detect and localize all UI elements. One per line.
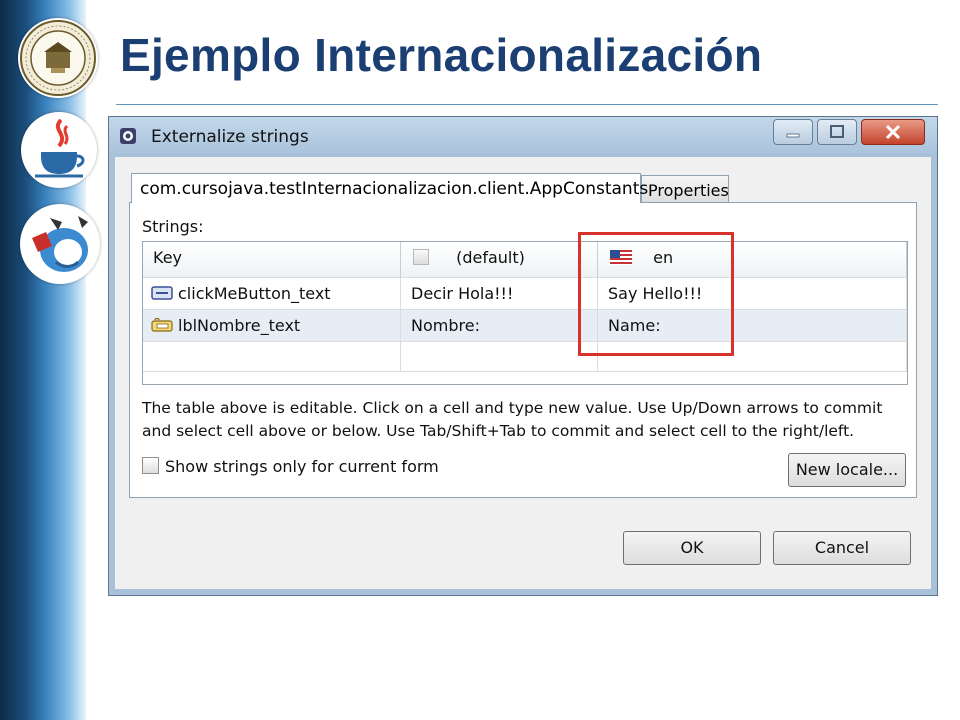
java-cup-icon (21, 112, 97, 188)
label-widget-icon (151, 318, 173, 332)
maximize-button[interactable] (817, 119, 857, 145)
column-header-default[interactable]: (default) (401, 242, 598, 278)
table-cell-key[interactable]: lblNombre_text (143, 310, 401, 342)
cancel-button[interactable]: Cancel (773, 531, 911, 565)
gwt-toolbox-icon (20, 204, 100, 284)
checkbox-icon[interactable] (142, 457, 159, 474)
close-button[interactable] (861, 119, 925, 145)
minimize-icon (786, 133, 800, 138)
externalize-strings-dialog: Externalize strings com.cursojava.testIn… (108, 116, 938, 596)
maximize-icon (830, 125, 844, 138)
checkbox-icon (413, 249, 429, 265)
table-cell-default[interactable]: Decir Hola!!! (401, 278, 598, 310)
left-sidebar-gradient (0, 0, 86, 720)
show-current-form-checkbox[interactable]: Show strings only for current form (142, 457, 439, 479)
button-widget-icon (151, 286, 173, 300)
table-cell-key[interactable]: clickMeButton_text (143, 278, 401, 310)
strings-table: Key (default) en clickMeButton_text Deci… (142, 241, 908, 385)
en-column-highlight-box (578, 232, 734, 356)
checkbox-label: Show strings only for current form (165, 457, 439, 476)
dialog-client-area: com.cursojava.testInternacionalizacion.c… (115, 157, 931, 589)
title-divider (116, 104, 938, 105)
key-text: lblNombre_text (178, 316, 301, 335)
column-header-label: Key (153, 248, 183, 267)
column-header-label: (default) (456, 248, 525, 267)
minimize-button[interactable] (773, 119, 813, 145)
tab-properties[interactable]: Properties (641, 175, 729, 205)
new-locale-button[interactable]: New locale... (788, 453, 906, 487)
dialog-titlebar[interactable]: Externalize strings (109, 117, 937, 153)
table-hint-text: The table above is editable. Click on a … (142, 399, 883, 440)
slide-title: Ejemplo Internacionalización (120, 29, 763, 81)
ok-button[interactable]: OK (623, 531, 761, 565)
tab-appconstants[interactable]: com.cursojava.testInternacionalizacion.c… (131, 173, 648, 203)
table-cell-default[interactable]: Nombre: (401, 310, 598, 342)
dialog-title: Externalize strings (151, 127, 309, 147)
column-header-key[interactable]: Key (143, 242, 401, 278)
eclipse-dialog-icon (119, 127, 137, 145)
table-cell-empty (401, 342, 598, 372)
key-text: clickMeButton_text (178, 284, 331, 303)
close-icon (885, 124, 901, 140)
strings-label: Strings: (142, 217, 204, 236)
seal-icon (18, 18, 98, 98)
table-cell-empty (143, 342, 401, 372)
strings-tab-panel: Strings: Key (default) en clickMeButton_… (129, 202, 917, 498)
